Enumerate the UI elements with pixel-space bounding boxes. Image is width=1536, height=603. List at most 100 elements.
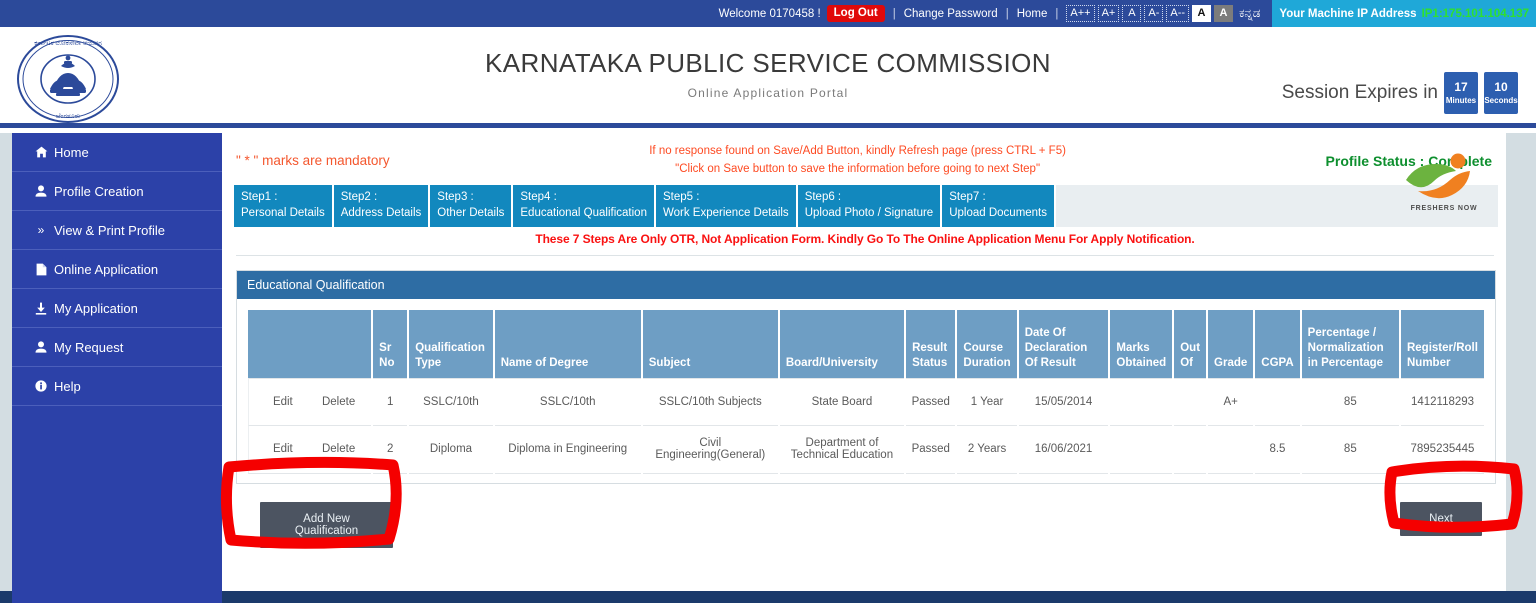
session-minutes-unit: Minutes (1445, 96, 1477, 106)
site-header: ಕರ್ನಾಟಕ ಲೋಕಸೇವಾ ಆಯೋಗ ಬೆಂಗಳೂರು KARNATAKA … (0, 27, 1536, 128)
session-minutes-value: 17 (1454, 79, 1468, 94)
table-row: Edit Delete 1 SSLC/10th SSLC/10th SSLC/1… (248, 377, 1484, 426)
step-number: Step5 : (662, 190, 700, 203)
chevron-double-right-icon: » (37, 223, 45, 237)
freshers-now-logo: FRESHERS NOW (1396, 150, 1492, 214)
step-number: Step1 : (241, 190, 278, 203)
step-label: Educational Qualification (520, 207, 647, 220)
main-content: " * " marks are mandatory If no response… (222, 133, 1506, 591)
machine-ip-label: Your Machine IP Address (1279, 7, 1417, 20)
edit-link[interactable]: Edit (273, 443, 293, 455)
contrast-dark-button[interactable]: A (1214, 5, 1234, 22)
edit-link[interactable]: Edit (273, 396, 293, 408)
sidebar-item-my-request[interactable]: My Request (12, 328, 222, 367)
change-password-link[interactable]: Change Password (904, 8, 998, 20)
column-name-of-degree: Name of Degree (494, 309, 641, 378)
panel-title: Educational Qualification (237, 270, 1495, 299)
cell-board-university: State Board (779, 377, 905, 426)
contrast-light-button[interactable]: A (1192, 5, 1212, 22)
cell-board-university: Department of Technical Education (779, 426, 905, 474)
logout-button[interactable]: Log Out (826, 4, 885, 23)
font-size-a-minus-button[interactable]: A- (1144, 5, 1164, 22)
educational-qualification-panel: Educational Qualification Sr No Qualific… (236, 269, 1496, 484)
cell-name-of-degree: SSLC/10th (494, 377, 641, 426)
font-size-a-plus-plus-button[interactable]: A++ (1066, 5, 1095, 22)
cell-register-number: 1412118293 (1400, 377, 1484, 426)
tab-step6-upload-photo-signature[interactable]: Step6 : Upload Photo / Signature (797, 184, 943, 227)
refresh-notice: If no response found on Save/Add Button,… (390, 143, 1326, 179)
font-size-controls: A++ A+ A A- A-- A A (1066, 5, 1234, 22)
sidebar-item-online-application[interactable]: Online Application (12, 250, 222, 289)
tab-step4-educational-qualification[interactable]: Step4 : Educational Qualification (513, 184, 656, 227)
tab-step2-address-details[interactable]: Step2 : Address Details (333, 184, 431, 227)
educational-qualification-table: Sr No Qualification Type Name of Degree … (246, 309, 1486, 474)
step-label: Upload Documents (949, 207, 1048, 220)
machine-ip-value: IP1:175.101.104.137 (1421, 7, 1529, 20)
svg-text:ಬೆಂಗಳೂರು: ಬೆಂಗಳೂರು (56, 113, 80, 120)
welcome-text: Welcome 0170458 ! (718, 7, 821, 20)
sidebar-item-label: My Application (54, 300, 138, 316)
body-area: Home Profile Creation » View & Print Pro… (0, 133, 1536, 591)
session-seconds-box: 10 Seconds (1484, 72, 1518, 114)
cell-subject: SSLC/10th Subjects (642, 377, 778, 426)
cell-cgpa: 8.5 (1255, 426, 1300, 474)
cell-register-number: 7895235445 (1400, 426, 1484, 474)
tab-step3-other-details[interactable]: Step3 : Other Details (430, 184, 514, 227)
notice-row: " * " marks are mandatory If no response… (232, 139, 1498, 181)
cell-course-duration: 1 Year (957, 377, 1017, 426)
otr-steps-note: These 7 Steps Are Only OTR, Not Applicat… (535, 231, 1195, 246)
sidebar-item-label: View & Print Profile (54, 222, 166, 238)
tab-step5-work-experience-details[interactable]: Step5 : Work Experience Details (655, 184, 798, 227)
sidebar-item-label: Home (54, 144, 89, 160)
cell-marks-obtained (1110, 377, 1173, 426)
cell-result-status: Passed (906, 377, 956, 426)
column-sr-no: Sr No (373, 309, 408, 378)
sidebar-item-view-print-profile[interactable]: » View & Print Profile (12, 211, 222, 250)
font-size-a-minus-minus-button[interactable]: A-- (1166, 5, 1190, 22)
cell-date-of-result: 15/05/2014 (1018, 377, 1109, 426)
font-size-a-plus-button[interactable]: A+ (1097, 5, 1120, 22)
add-new-qualification-button[interactable]: Add New Qualification (260, 501, 393, 548)
cell-grade: A+ (1208, 377, 1254, 426)
cell-sr-no: 2 (373, 426, 408, 474)
cell-marks-obtained (1110, 426, 1173, 474)
delete-link[interactable]: Delete (322, 396, 355, 408)
cell-out-of (1174, 377, 1207, 426)
kannada-language-link[interactable]: ಕನ್ನಡ (1239, 6, 1262, 21)
row-actions: Edit Delete (248, 377, 372, 426)
cell-percentage: 85 (1301, 426, 1399, 474)
home-link[interactable]: Home (1017, 8, 1048, 20)
mandatory-note: " * " marks are mandatory (236, 153, 390, 168)
row-actions: Edit Delete (248, 425, 372, 474)
separator: | (1005, 7, 1009, 20)
refresh-notice-line1: If no response found on Save/Add Button,… (649, 145, 1066, 157)
column-grade: Grade (1208, 309, 1254, 378)
step-number: Step6 : (804, 190, 842, 203)
font-size-a-button[interactable]: A (1122, 5, 1142, 22)
table-header-row: Sr No Qualification Type Name of Degree … (248, 309, 1484, 378)
delete-link[interactable]: Delete (322, 443, 355, 455)
kpsc-online-application-page: Welcome 0170458 ! Log Out | Change Passw… (0, 0, 1536, 603)
sidebar-item-home[interactable]: Home (12, 133, 222, 172)
panel-body: Sr No Qualification Type Name of Degree … (237, 298, 1495, 483)
info-icon (34, 380, 48, 392)
sidebar-item-help[interactable]: Help (12, 367, 222, 406)
file-icon (34, 263, 48, 276)
cell-result-status: Passed (906, 426, 956, 474)
user-icon (34, 185, 48, 197)
top-utility-bar: Welcome 0170458 ! Log Out | Change Passw… (0, 0, 1536, 27)
freshers-now-logo-text: FRESHERS NOW (1410, 205, 1478, 212)
sidebar-item-my-application[interactable]: My Application (12, 289, 222, 328)
cell-percentage: 85 (1301, 377, 1399, 426)
cell-cgpa (1255, 377, 1300, 426)
column-register-roll-number: Register/Roll Number (1400, 309, 1484, 378)
table-body: Edit Delete 1 SSLC/10th SSLC/10th SSLC/1… (248, 377, 1484, 474)
sidebar-item-label: Online Application (54, 261, 159, 277)
step-number: Step2 : (340, 190, 378, 203)
sidebar-item-profile-creation[interactable]: Profile Creation (12, 172, 222, 211)
next-button[interactable]: Next (1400, 501, 1482, 536)
cell-grade (1208, 426, 1254, 474)
cell-qualification-type: SSLC/10th (409, 377, 493, 426)
tab-step1-personal-details[interactable]: Step1 : Personal Details (234, 184, 334, 227)
tab-step7-upload-documents[interactable]: Step7 : Upload Documents (942, 184, 1057, 227)
